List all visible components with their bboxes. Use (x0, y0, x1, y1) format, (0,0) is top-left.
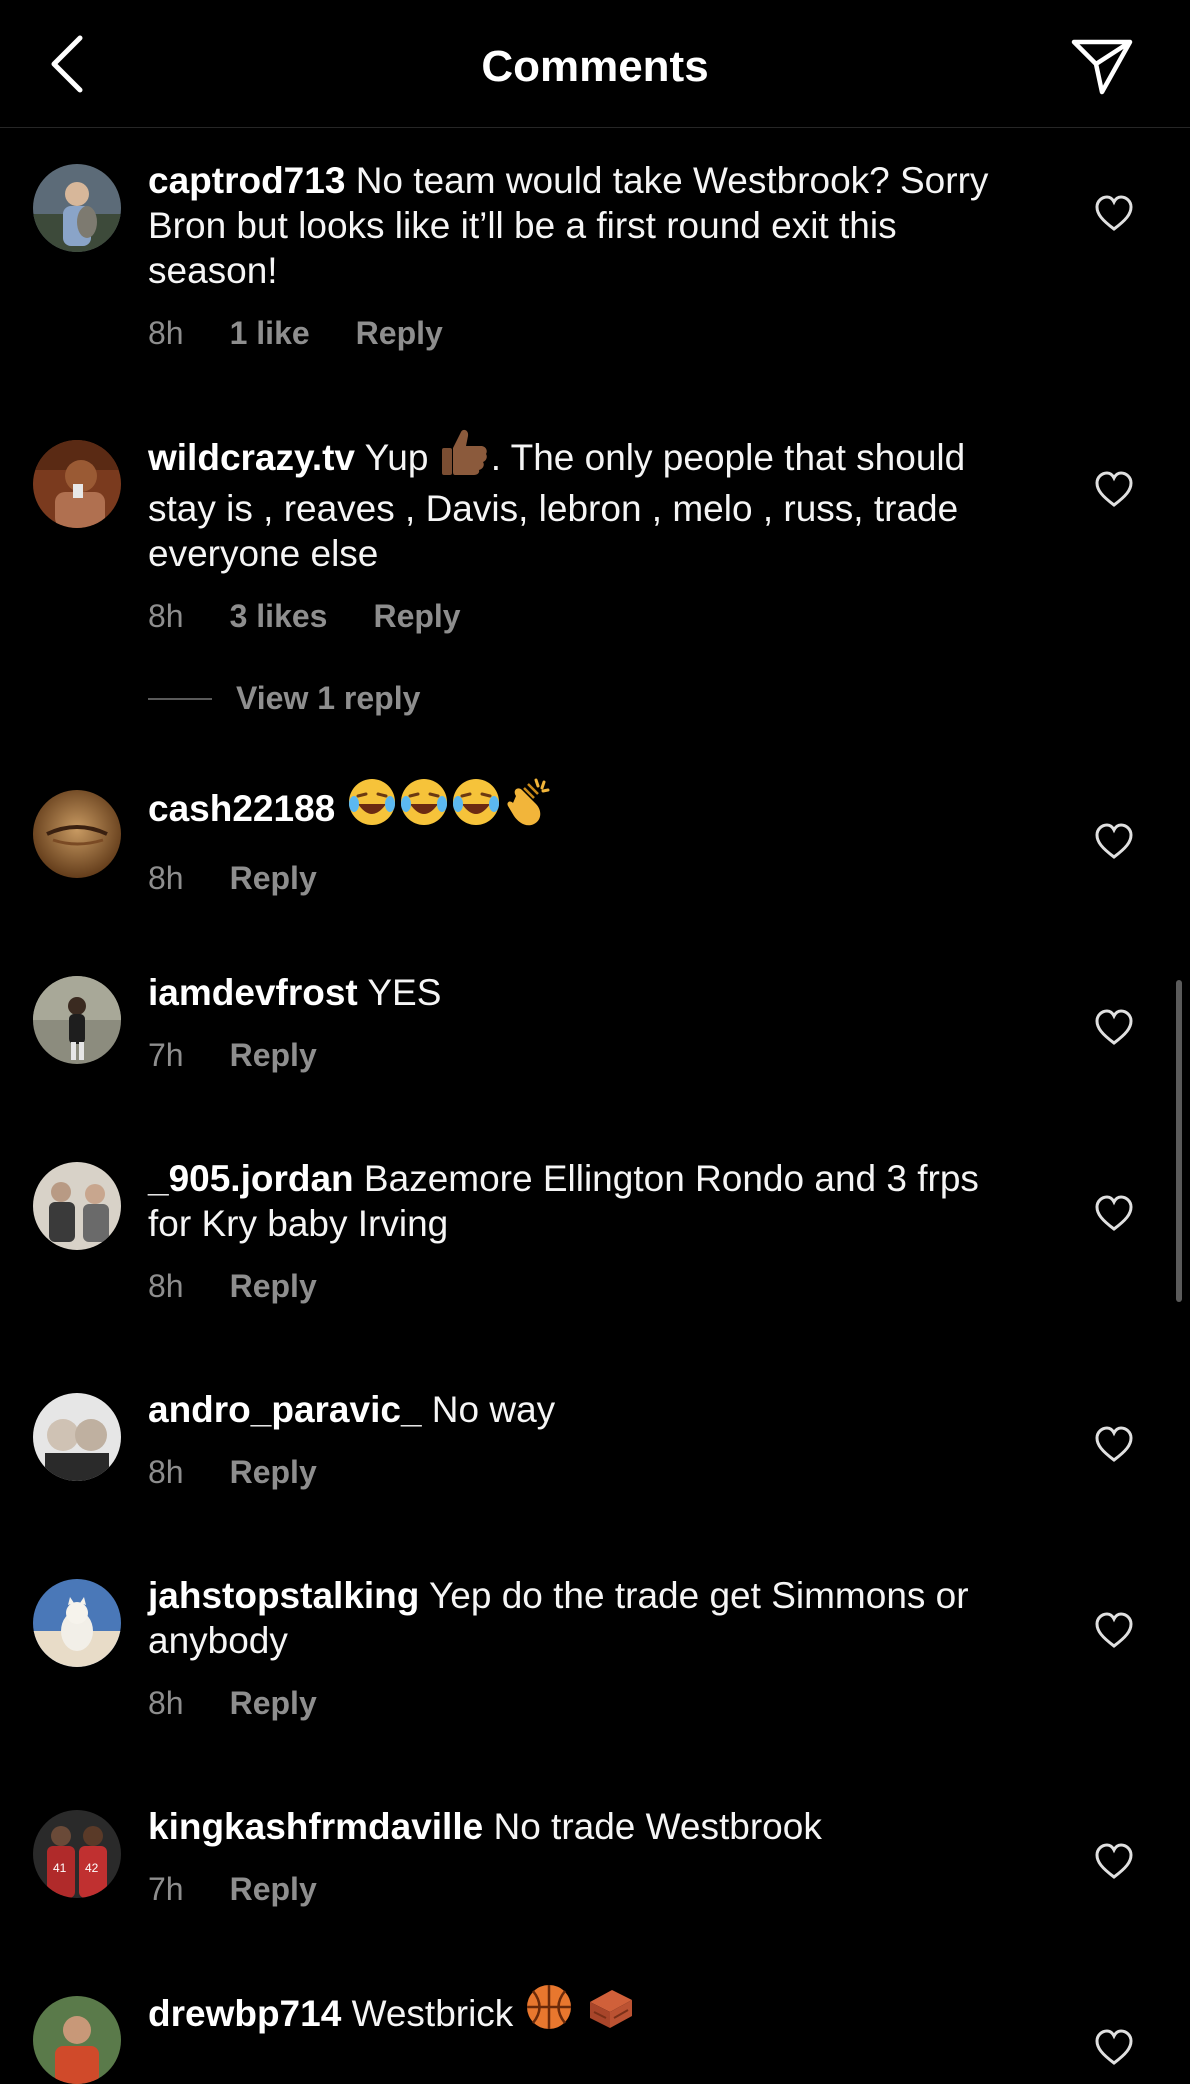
reply-button[interactable]: Reply (230, 1869, 317, 1909)
comment-meta: 8h Reply (148, 1683, 1028, 1723)
avatar[interactable] (33, 1393, 121, 1481)
comment-time: 8h (148, 1685, 184, 1721)
comment-username[interactable]: kingkashfrmdaville (148, 1806, 483, 1847)
comment-time: 7h (148, 1871, 184, 1907)
heart-icon[interactable] (1094, 194, 1134, 234)
scrollbar[interactable] (1176, 980, 1182, 1302)
comment-likes[interactable]: 3 likes (230, 596, 328, 636)
comment-username[interactable]: _905.jordan (148, 1158, 354, 1199)
heart-icon[interactable] (1094, 2028, 1134, 2068)
avatar[interactable] (33, 976, 121, 1064)
share-button[interactable] (1062, 28, 1142, 104)
heart-icon[interactable] (1094, 1842, 1134, 1882)
paper-plane-icon (1071, 39, 1133, 95)
reply-button[interactable]: Reply (373, 596, 460, 636)
comment-text: andro_paravic_ No way (148, 1389, 556, 1430)
reply-thread-line (148, 697, 212, 700)
reply-button[interactable]: Reply (230, 1266, 317, 1306)
comment-time: 8h (148, 1268, 184, 1304)
heart-icon[interactable] (1094, 1611, 1134, 1651)
reply-button[interactable]: Reply (230, 1035, 317, 1075)
comment-text: _905.jordan Bazemore Ellington Rondo and… (148, 1158, 979, 1244)
heart-icon[interactable] (1094, 470, 1134, 510)
comments-header: Comments (0, 0, 1190, 128)
svg-text:42: 42 (85, 1861, 99, 1875)
comment-username[interactable]: jahstopstalking (148, 1575, 419, 1616)
avatar[interactable] (33, 1996, 121, 2084)
comment-text: kingkashfrmdaville No trade Westbrook (148, 1806, 822, 1847)
comment-username[interactable]: cash22188 (148, 788, 335, 829)
comment-username[interactable]: andro_paravic_ (148, 1389, 422, 1430)
heart-icon[interactable] (1094, 1194, 1134, 1234)
comment-username[interactable]: captrod713 (148, 160, 345, 201)
heart-icon[interactable] (1094, 822, 1134, 862)
comment-likes[interactable]: 1 like (230, 313, 310, 353)
comment-username[interactable]: wildcrazy.tv (148, 437, 355, 478)
comment-time: 8h (148, 860, 184, 896)
brick-icon (584, 1982, 636, 2042)
reply-button[interactable]: Reply (356, 313, 443, 353)
avatar[interactable] (33, 790, 121, 878)
comment-meta: 7h Reply (148, 1035, 1028, 1075)
avatar[interactable] (33, 164, 121, 252)
comment-meta: 8h Reply (148, 858, 1028, 898)
heart-icon[interactable] (1094, 1008, 1134, 1048)
avatar[interactable] (33, 440, 121, 528)
comment-text: jahstopstalking Yep do the trade get Sim… (148, 1575, 969, 1661)
comment-username[interactable]: drewbp714 (148, 1993, 341, 2034)
svg-text:41: 41 (53, 1861, 67, 1875)
laughing-tears-icon (398, 776, 450, 838)
comment-meta: 8h Reply (148, 1452, 1028, 1492)
comment-meta: 8h 3 likes Reply (148, 596, 1028, 636)
laughing-tears-icon (450, 776, 502, 838)
comment-text: drewbp714 Westbrick (148, 1985, 1028, 2042)
page-title: Comments (481, 42, 709, 91)
comment-meta: 8h Reply (148, 1266, 1028, 1306)
reply-button[interactable]: Reply (230, 858, 317, 898)
basketball-icon (524, 1982, 574, 2042)
view-replies-button[interactable]: View 1 reply (148, 680, 420, 717)
comment-time: 8h (148, 315, 184, 351)
thumbs-up-icon (439, 426, 491, 486)
comment-time: 8h (148, 598, 184, 634)
avatar[interactable] (33, 1579, 121, 1667)
comment-text: wildcrazy.tv Yup . The only people that … (148, 429, 1028, 576)
comment-meta: 8h 1 like Reply (148, 313, 1028, 353)
heart-icon[interactable] (1094, 1425, 1134, 1465)
comment-text: cash22188 (148, 778, 1028, 838)
comment-meta: 7h Reply (148, 1869, 1028, 1909)
laughing-tears-icon (346, 776, 398, 838)
comment-text: captrod713 No team would take Westbrook?… (148, 160, 989, 291)
comment-time: 7h (148, 1037, 184, 1073)
avatar[interactable]: 41 42 (33, 1810, 121, 1898)
reply-button[interactable]: Reply (230, 1683, 317, 1723)
avatar[interactable] (33, 1162, 121, 1250)
clapping-hands-icon (502, 776, 554, 838)
reply-button[interactable]: Reply (230, 1452, 317, 1492)
comment-time: 8h (148, 1454, 184, 1490)
comment-text: iamdevfrost YES (148, 972, 442, 1013)
comment-username[interactable]: iamdevfrost (148, 972, 358, 1013)
